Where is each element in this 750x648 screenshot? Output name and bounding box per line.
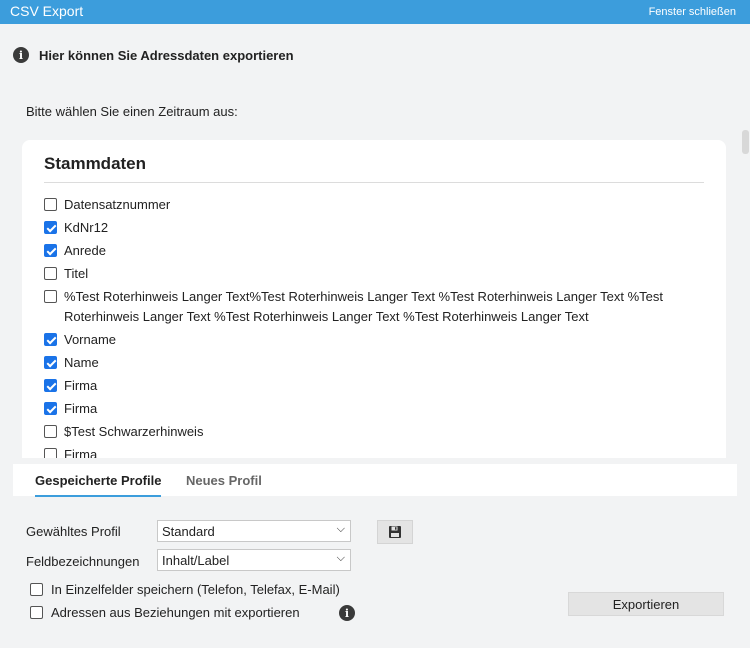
fieldnames-select-value: Inhalt/Label	[162, 553, 230, 568]
title-bar: CSV Export Fenster schließen	[0, 0, 750, 24]
field-item[interactable]: Vorname	[44, 330, 704, 350]
info-icon: i	[13, 47, 29, 63]
fieldnames-select[interactable]: Inhalt/Label ⌵	[157, 549, 351, 571]
single-fields-label: In Einzelfelder speichern (Telefon, Tele…	[51, 582, 340, 597]
field-checkbox[interactable]	[44, 333, 57, 346]
info-header: i Hier können Sie Adressdaten exportiere…	[13, 45, 294, 65]
field-item[interactable]: Datensatznummer	[44, 195, 704, 215]
field-checkbox[interactable]	[44, 448, 57, 458]
field-item[interactable]: Firma	[44, 376, 704, 396]
single-fields-checkbox[interactable]	[30, 583, 43, 596]
info-icon[interactable]: i	[339, 605, 355, 621]
period-prompt: Bitte wählen Sie einen Zeitraum aus:	[26, 104, 238, 119]
field-checkbox[interactable]	[44, 244, 57, 257]
option-relations[interactable]: Adressen aus Beziehungen mit exportieren	[30, 605, 300, 620]
field-label: $Test Schwarzerhinweis	[64, 424, 204, 439]
field-checkbox[interactable]	[44, 356, 57, 369]
field-label: Anrede	[64, 243, 106, 258]
field-item[interactable]: Anrede	[44, 241, 704, 261]
close-window-link[interactable]: Fenster schließen	[649, 6, 736, 18]
field-label: Titel	[64, 266, 89, 281]
stammdaten-panel: Stammdaten Datensatznummer KdNr12 Anrede Ti…	[22, 140, 726, 458]
info-text: Hier können Sie Adressdaten exportieren	[39, 47, 294, 63]
stammdaten-heading: Stammdaten	[44, 154, 147, 173]
divider	[44, 182, 704, 183]
field-item[interactable]: Firma	[44, 445, 704, 458]
field-checkbox[interactable]	[44, 198, 57, 211]
field-label: Vorname	[64, 332, 117, 347]
field-label: Firma	[64, 378, 98, 393]
field-label: Firma	[64, 447, 98, 458]
field-label: Name	[64, 355, 99, 370]
field-label: Firma	[64, 401, 98, 416]
field-item[interactable]: Titel	[44, 264, 704, 284]
relations-checkbox[interactable]	[30, 606, 43, 619]
field-label: %Test Roterhinweis Langer Text%Test Rote…	[64, 289, 664, 324]
profile-select[interactable]: Standard ⌵	[157, 520, 351, 542]
profile-label: Gewähltes Profil	[26, 524, 121, 539]
save-icon	[389, 526, 401, 538]
profile-tabs: Gespeicherte Profile Neues Profil	[13, 464, 737, 497]
field-item[interactable]: $Test Schwarzerhinweis	[44, 422, 704, 442]
export-button[interactable]: Exportieren	[568, 592, 724, 616]
chevron-down-icon: ⌵	[336, 523, 345, 535]
fieldnames-label: Feldbezeichnungen	[26, 554, 140, 569]
chevron-down-icon: ⌵	[336, 552, 345, 564]
scrollbar-thumb[interactable]	[742, 130, 749, 154]
field-list: Datensatznummer KdNr12 Anrede Titel %Test Ro…	[44, 195, 704, 458]
field-item[interactable]: Name	[44, 353, 704, 373]
field-label: KdNr12	[64, 220, 109, 235]
window-title: CSV Export	[10, 3, 84, 19]
profile-select-value: Standard	[162, 524, 215, 539]
field-checkbox[interactable]	[44, 425, 57, 438]
relations-label: Adressen aus Beziehungen mit exportieren	[51, 605, 300, 620]
field-checkbox[interactable]	[44, 267, 57, 280]
field-item[interactable]: %Test Roterhinweis Langer Text%Test Rote…	[44, 287, 704, 327]
tab-saved-profiles[interactable]: Gespeicherte Profile	[35, 473, 162, 497]
field-item[interactable]: KdNr12	[44, 218, 704, 238]
field-label: Datensatznummer	[64, 197, 171, 212]
field-checkbox[interactable]	[44, 379, 57, 392]
field-item[interactable]: Firma	[44, 399, 704, 419]
field-checkbox[interactable]	[44, 402, 57, 415]
tab-new-profile[interactable]: Neues Profil	[186, 473, 262, 488]
save-profile-button[interactable]	[377, 520, 413, 544]
option-single-fields[interactable]: In Einzelfelder speichern (Telefon, Tele…	[30, 582, 340, 597]
field-checkbox[interactable]	[44, 221, 57, 234]
field-checkbox[interactable]	[44, 290, 57, 303]
